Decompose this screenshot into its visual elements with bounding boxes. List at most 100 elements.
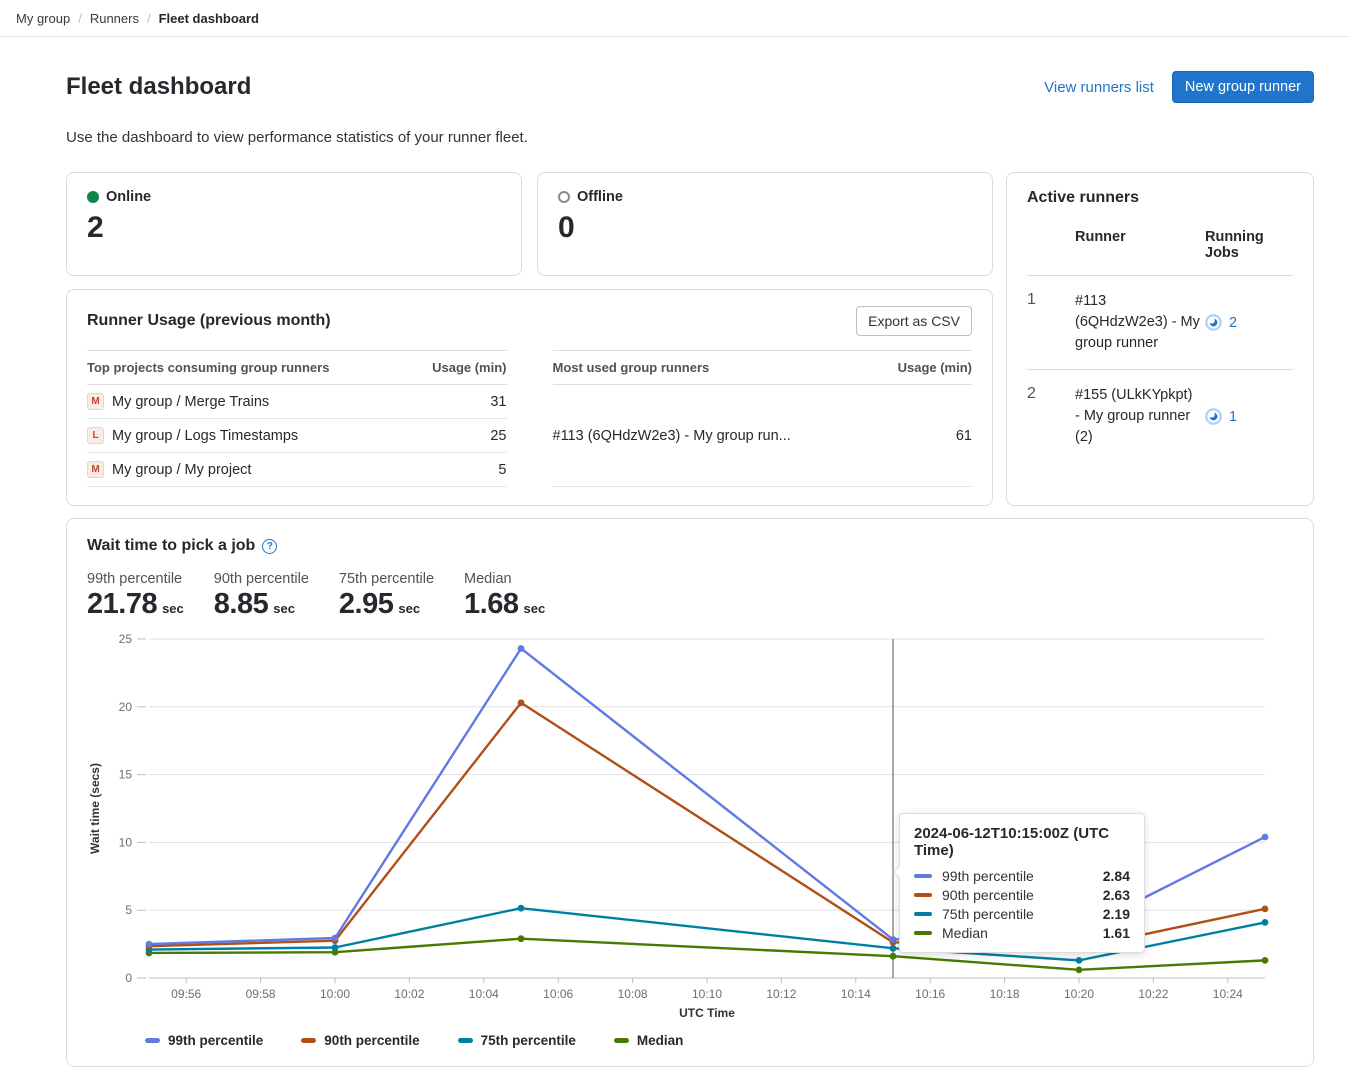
- breadcrumb-separator: /: [78, 11, 82, 26]
- running-jobs-count[interactable]: 1: [1229, 409, 1237, 425]
- export-csv-button[interactable]: Export as CSV: [856, 306, 972, 336]
- most-used-runners-column-header: Most used group runners: [553, 351, 873, 385]
- active-runners-title: Active runners: [1027, 189, 1293, 207]
- main-content: Fleet dashboard View runners list New gr…: [0, 37, 1350, 1089]
- svg-text:10:24: 10:24: [1213, 987, 1243, 1001]
- legend-item-75th-percentile[interactable]: 75th percentile: [458, 1033, 576, 1048]
- breadcrumb-item-runners[interactable]: Runners: [90, 11, 139, 26]
- runner-name: #113 (6QHdzW2e3) - My group run...: [553, 385, 873, 487]
- stat-90th-percentile: 90th percentile 8.85sec: [214, 571, 309, 619]
- runner-rank: 2: [1027, 385, 1071, 448]
- stat-unit: sec: [523, 601, 545, 616]
- breadcrumb: My group / Runners / Fleet dashboard: [0, 0, 1350, 37]
- online-count: 2: [87, 213, 501, 243]
- svg-text:09:58: 09:58: [246, 987, 276, 1001]
- svg-text:09:56: 09:56: [171, 987, 201, 1001]
- legend-item-99th-percentile[interactable]: 99th percentile: [145, 1033, 263, 1048]
- stat-median: Median 1.68sec: [464, 571, 545, 619]
- svg-text:10:22: 10:22: [1138, 987, 1168, 1001]
- stat-value: 21.78: [87, 590, 157, 619]
- svg-text:10:00: 10:00: [320, 987, 350, 1001]
- chart-tooltip: 2024-06-12T10:15:00Z (UTC Time) 99th per…: [899, 813, 1145, 953]
- active-runner-row: 2 #155 (ULkKYpkpt) - My group runner (2)…: [1027, 369, 1293, 463]
- top-projects-usage-header: Usage (min): [408, 351, 507, 385]
- svg-text:10:08: 10:08: [618, 987, 648, 1001]
- tooltip-title: 2024-06-12T10:15:00Z (UTC Time): [914, 825, 1130, 859]
- svg-text:10:02: 10:02: [394, 987, 424, 1001]
- online-status-icon: [87, 191, 99, 203]
- view-runners-list-link[interactable]: View runners list: [1044, 79, 1154, 96]
- new-group-runner-button[interactable]: New group runner: [1172, 71, 1314, 103]
- stat-99th-percentile: 99th percentile 21.78sec: [87, 571, 184, 619]
- svg-text:10:04: 10:04: [469, 987, 499, 1001]
- page-description: Use the dashboard to view performance st…: [66, 129, 1314, 146]
- running-jobs-count[interactable]: 2: [1229, 315, 1237, 331]
- chart-legend: 99th percentile 90th percentile 75th per…: [145, 1033, 1293, 1048]
- legend-swatch: [145, 1038, 160, 1043]
- runner-description: #155 (ULkKYpkpt) - My group runner (2): [1075, 385, 1201, 448]
- svg-text:UTC Time: UTC Time: [679, 1006, 735, 1020]
- online-label: Online: [106, 189, 151, 205]
- help-icon[interactable]: ?: [262, 539, 277, 554]
- svg-text:10:12: 10:12: [766, 987, 796, 1001]
- project-usage-value: 5: [408, 453, 507, 487]
- svg-text:0: 0: [125, 971, 132, 985]
- page-title: Fleet dashboard: [66, 73, 251, 101]
- svg-text:25: 25: [119, 632, 133, 646]
- top-projects-table: Top projects consuming group runners Usa…: [87, 350, 507, 487]
- running-jobs-column-header: Running Jobs: [1205, 229, 1293, 261]
- wait-time-stats: 99th percentile 21.78sec 90th percentile…: [87, 571, 1293, 619]
- active-runners-card: Active runners Runner Running Jobs 1 #11…: [1006, 172, 1314, 506]
- header-actions: View runners list New group runner: [1044, 71, 1314, 103]
- stat-value: 8.85: [214, 590, 268, 619]
- offline-status-icon: [558, 191, 570, 203]
- svg-text:10:14: 10:14: [841, 987, 871, 1001]
- runner-usage-title: Runner Usage (previous month): [87, 312, 331, 330]
- tooltip-row: 90th percentile 2.63: [914, 885, 1130, 904]
- stat-unit: sec: [398, 601, 420, 616]
- dashboard-left-column: Online 2 Offline 0 Runner Usage (previou…: [66, 172, 993, 506]
- runner-usage-card: Runner Usage (previous month) Export as …: [66, 289, 993, 506]
- project-name: My group / Merge Trains: [112, 394, 269, 410]
- svg-text:15: 15: [119, 768, 133, 782]
- running-status-icon: [1205, 314, 1222, 331]
- svg-text:10: 10: [119, 835, 133, 849]
- svg-text:10:18: 10:18: [990, 987, 1020, 1001]
- stat-75th-percentile: 75th percentile 2.95sec: [339, 571, 434, 619]
- tooltip-row: 99th percentile 2.84: [914, 866, 1130, 885]
- top-projects-column-header: Top projects consuming group runners: [87, 351, 408, 385]
- project-usage-value: 31: [408, 385, 507, 419]
- svg-text:Wait time (secs): Wait time (secs): [88, 763, 102, 854]
- tooltip-row: 75th percentile 2.19: [914, 904, 1130, 923]
- series-swatch-90th: [914, 893, 932, 897]
- online-runners-card: Online 2: [66, 172, 522, 276]
- project-name: My group / My project: [112, 462, 251, 478]
- table-row: MMy group / My project 5: [87, 453, 507, 487]
- runner-rank: 1: [1027, 291, 1071, 354]
- svg-text:10:06: 10:06: [543, 987, 573, 1001]
- project-avatar: L: [87, 427, 104, 444]
- offline-runners-card: Offline 0: [537, 172, 993, 276]
- project-avatar: M: [87, 393, 104, 410]
- svg-text:10:20: 10:20: [1064, 987, 1094, 1001]
- series-swatch-median: [914, 931, 932, 935]
- page-header: Fleet dashboard View runners list New gr…: [66, 71, 1314, 103]
- stat-unit: sec: [273, 601, 295, 616]
- legend-item-90th-percentile[interactable]: 90th percentile: [301, 1033, 419, 1048]
- legend-swatch: [301, 1038, 316, 1043]
- breadcrumb-item-my-group[interactable]: My group: [16, 11, 70, 26]
- svg-text:10:10: 10:10: [692, 987, 722, 1001]
- breadcrumb-item-fleet-dashboard: Fleet dashboard: [159, 11, 259, 26]
- wait-time-card: Wait time to pick a job ? 99th percentil…: [66, 518, 1314, 1067]
- most-used-runners-table: Most used group runners Usage (min) #113…: [553, 350, 973, 487]
- runner-column-header: Runner: [1075, 229, 1201, 261]
- running-status-icon: [1205, 408, 1222, 425]
- runner-description: #113 (6QHdzW2e3) - My group runner: [1075, 291, 1201, 354]
- stat-value: 1.68: [464, 590, 518, 619]
- legend-item-median[interactable]: Median: [614, 1033, 684, 1048]
- series-swatch-99th: [914, 874, 932, 878]
- active-runner-row: 1 #113 (6QHdzW2e3) - My group runner 2: [1027, 276, 1293, 369]
- project-usage-value: 25: [408, 419, 507, 453]
- legend-swatch: [458, 1038, 473, 1043]
- legend-swatch: [614, 1038, 629, 1043]
